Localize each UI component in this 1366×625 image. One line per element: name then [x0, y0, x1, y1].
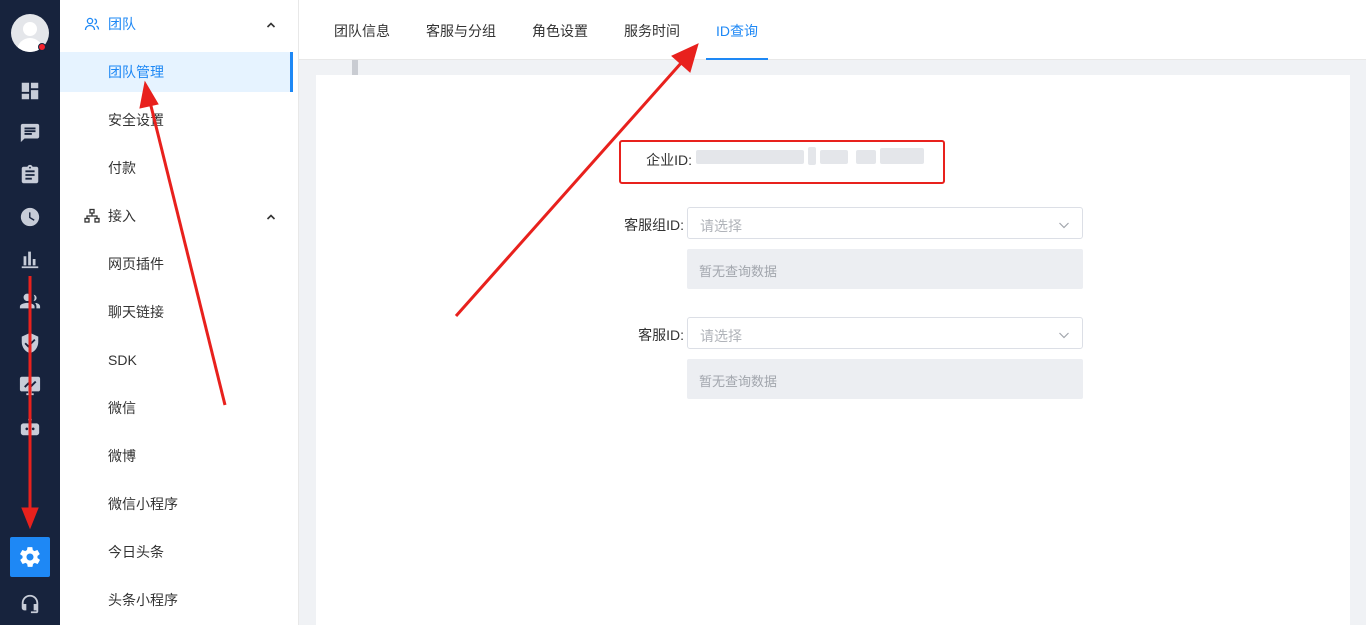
tab-agents-groups[interactable]: 客服与分组 — [426, 0, 496, 60]
tab-id-query[interactable]: ID查询 — [706, 0, 768, 60]
agent-id-label: 客服ID: — [638, 327, 684, 343]
menu-group-team-label: 团队 — [108, 16, 136, 32]
menu-item-sdk[interactable]: SDK — [60, 340, 293, 380]
dashboard-icon[interactable] — [18, 79, 42, 103]
monitor-chart-icon[interactable] — [18, 373, 42, 397]
icon-rail — [0, 0, 60, 625]
headset-icon[interactable] — [18, 592, 42, 616]
tab-role-settings[interactable]: 角色设置 — [532, 0, 588, 60]
group-id-label: 客服组ID: — [624, 217, 684, 233]
tab-bar: 团队信息 客服与分组 角色设置 服务时间 ID查询 — [299, 0, 1366, 60]
chevron-up-icon[interactable] — [265, 210, 277, 222]
enterprise-id-highlight-box — [619, 140, 945, 184]
menu-item-wechat-mini-program[interactable]: 微信小程序 — [60, 484, 293, 524]
menu-item-web-plugin[interactable]: 网页插件 — [60, 244, 293, 284]
menu-group-team[interactable]: 团队 — [60, 0, 299, 48]
tab-team-info[interactable]: 团队信息 — [334, 0, 390, 60]
menu-group-access-label: 接入 — [108, 208, 136, 224]
settings-submenu: 团队 团队管理 安全设置 付款 接入 网页插件 聊天链接 SDK 微信 微博 微… — [60, 0, 358, 625]
tab-service-hours[interactable]: 服务时间 — [624, 0, 680, 60]
menu-item-toutiao[interactable]: 今日头条 — [60, 532, 293, 572]
shield-icon[interactable] — [18, 331, 42, 355]
menu-item-security-settings[interactable]: 安全设置 — [60, 100, 293, 140]
menu-item-weibo[interactable]: 微博 — [60, 436, 293, 476]
group-id-select-placeholder: 请选择 — [700, 218, 742, 234]
notification-dot — [38, 43, 46, 51]
group-id-results: 暂无查询数据 — [687, 249, 1083, 289]
bar-chart-icon[interactable] — [18, 247, 42, 271]
team-icon — [84, 16, 100, 32]
clipboard-icon[interactable] — [18, 163, 42, 187]
menu-item-payment[interactable]: 付款 — [60, 148, 293, 188]
menu-group-access[interactable]: 接入 — [60, 192, 299, 240]
chevron-down-icon — [1058, 328, 1070, 340]
network-icon — [84, 208, 100, 224]
menu-item-chat-link[interactable]: 聊天链接 — [60, 292, 293, 332]
chat-icon[interactable] — [18, 121, 42, 145]
group-id-select[interactable]: 请选择 — [687, 207, 1083, 239]
clock-icon[interactable] — [18, 205, 42, 229]
agent-id-select-placeholder: 请选择 — [700, 328, 742, 344]
settings-icon[interactable] — [10, 537, 50, 577]
users-icon[interactable] — [18, 289, 42, 313]
agent-id-results: 暂无查询数据 — [687, 359, 1083, 399]
menu-item-toutiao-mini-program[interactable]: 头条小程序 — [60, 580, 293, 620]
menu-item-wechat[interactable]: 微信 — [60, 388, 293, 428]
chevron-down-icon — [1058, 218, 1070, 230]
group-id-empty-text: 暂无查询数据 — [699, 264, 778, 279]
robot-icon[interactable] — [18, 415, 42, 439]
chevron-up-icon[interactable] — [265, 18, 277, 30]
agent-id-select[interactable]: 请选择 — [687, 317, 1083, 349]
menu-item-team-management[interactable]: 团队管理 — [60, 52, 293, 92]
agent-id-empty-text: 暂无查询数据 — [699, 374, 778, 389]
